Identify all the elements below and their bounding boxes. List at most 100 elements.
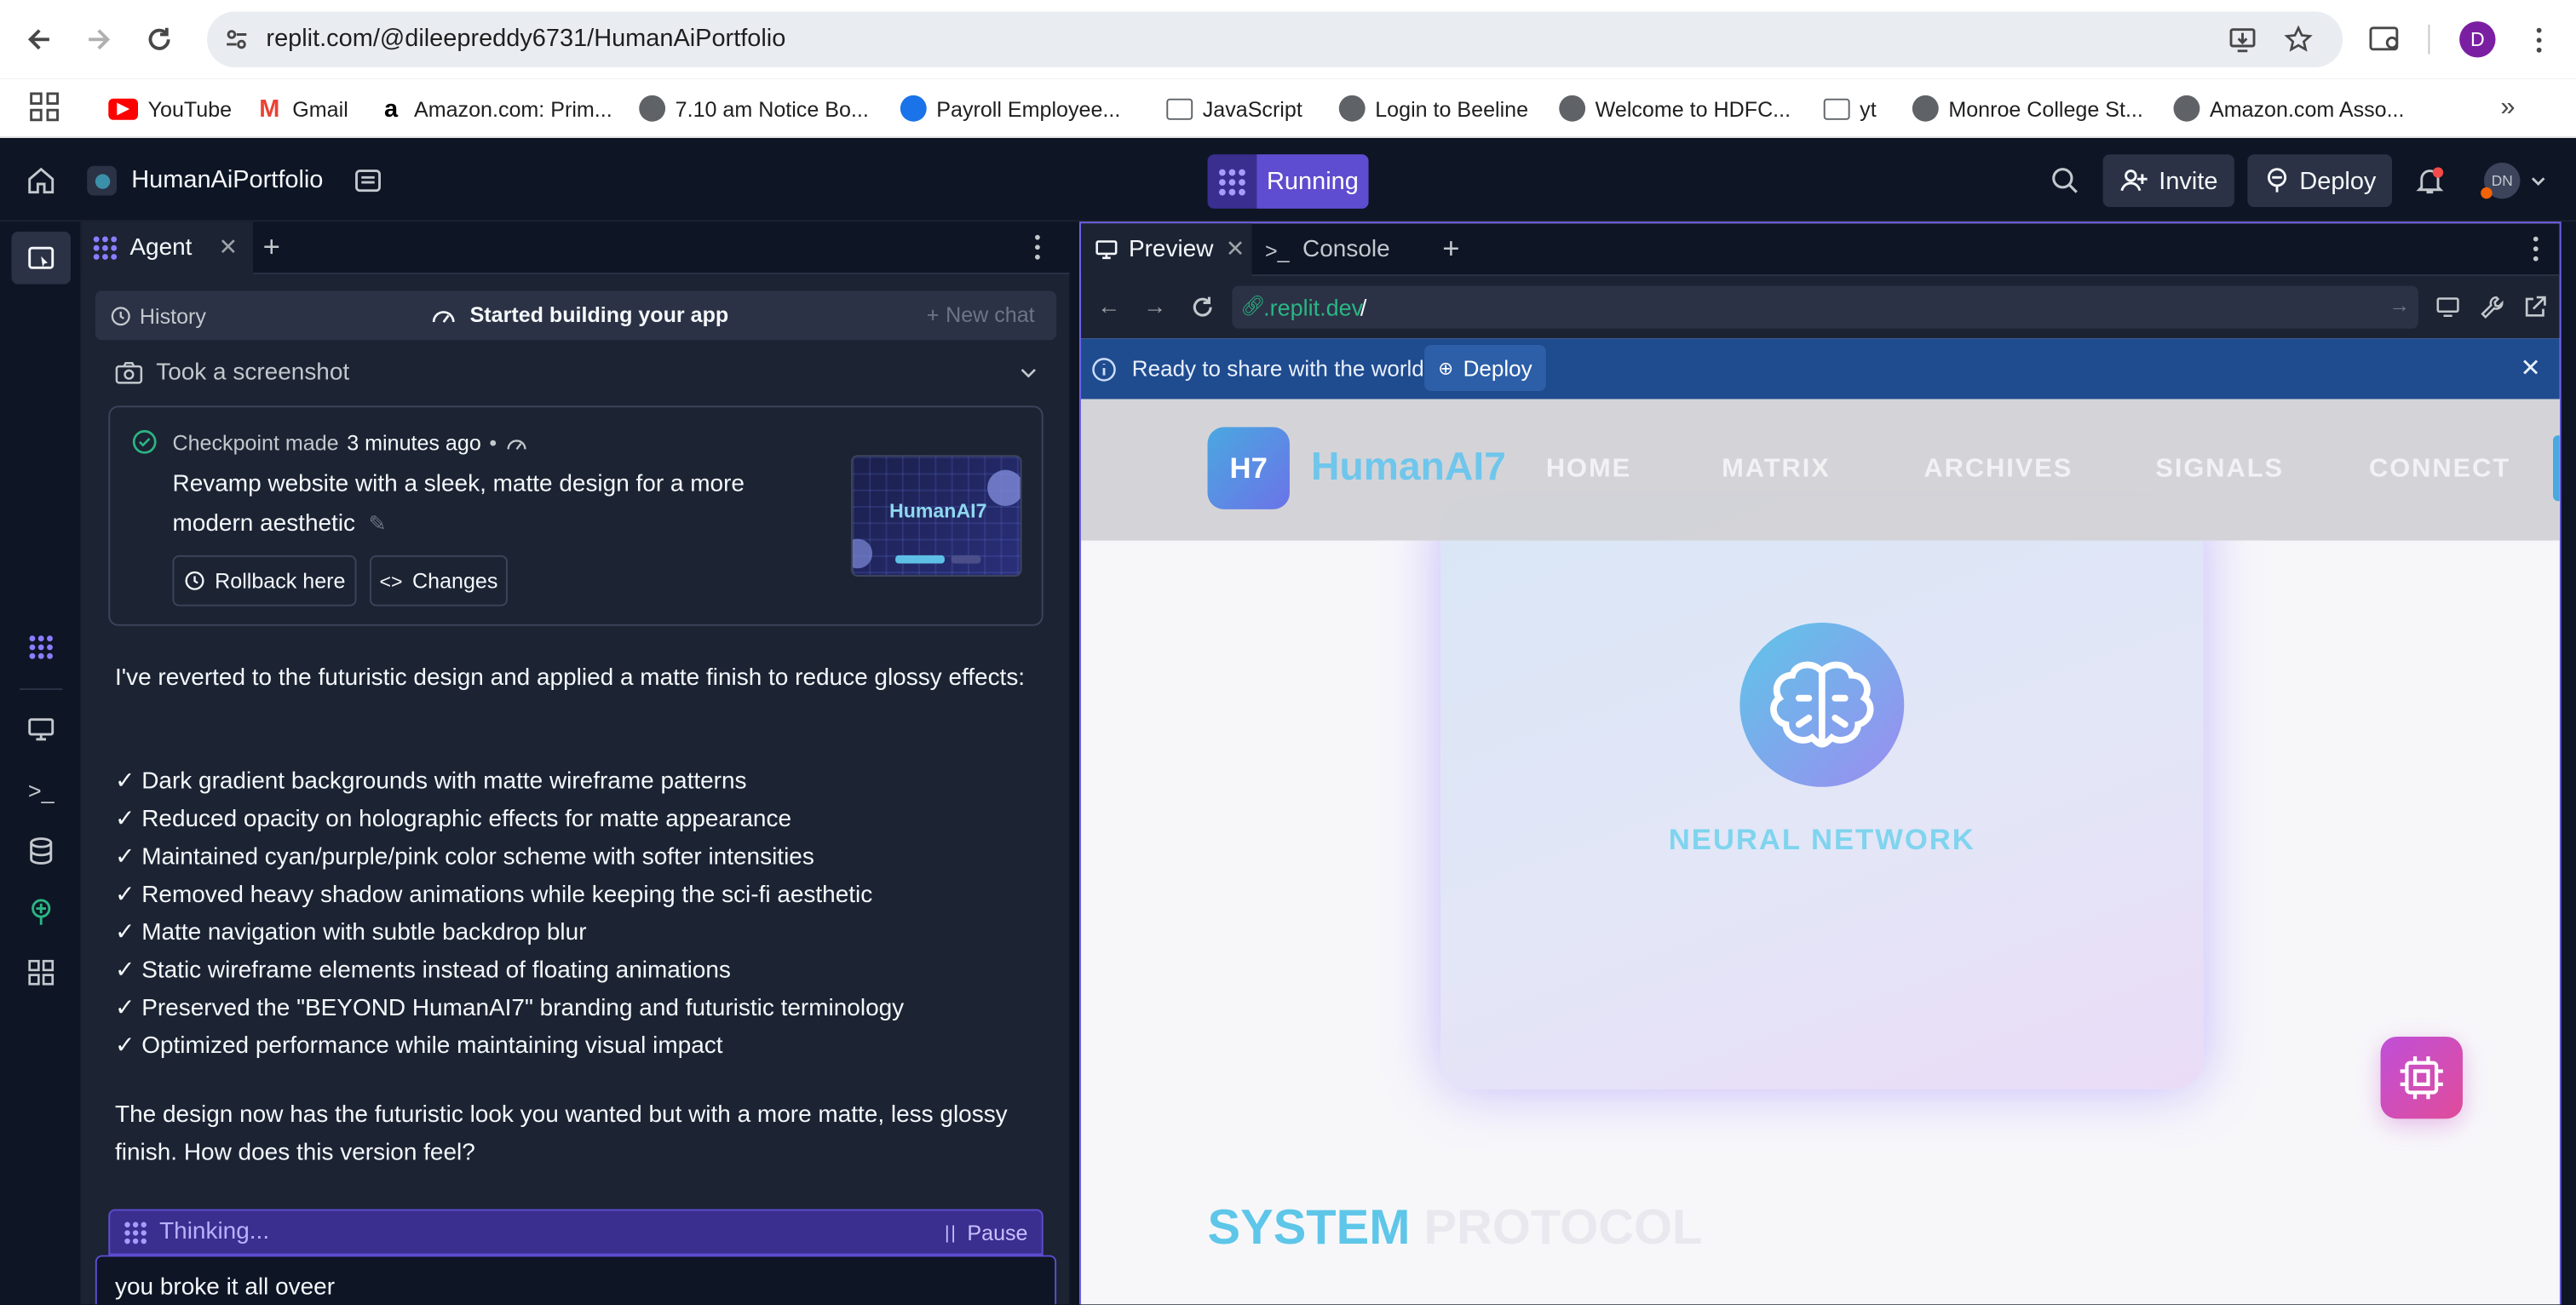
back-arrow-icon[interactable]: [20, 20, 59, 59]
feature-card: NEURAL NETWORK ACTIVE: [1440, 497, 2204, 1089]
tab-agent[interactable]: Agent ✕: [82, 221, 254, 275]
bookmark-notice-board[interactable]: 7.10 am Notice Bo...: [639, 90, 869, 126]
checklist-item: ✓ Matte navigation with subtle backdrop …: [115, 920, 587, 946]
plus-icon: +: [926, 302, 940, 327]
apps-grid-icon[interactable]: [30, 92, 60, 122]
close-banner-icon[interactable]: ✕: [2520, 354, 2540, 383]
more-bookmarks-icon[interactable]: »: [2500, 94, 2515, 124]
rollback-history-icon: [185, 571, 204, 590]
preview-monitor-icon[interactable]: [23, 711, 59, 747]
home-icon[interactable]: [26, 166, 56, 196]
bookmark-amazon-prime[interactable]: a Amazon.com: Prim...: [378, 90, 612, 126]
bookmark-star-icon[interactable]: [2284, 25, 2314, 55]
bookmarks-bar: ▶ YouTube M Gmail a Amazon.com: Prim... 7.1…: [0, 78, 2576, 139]
checklist-item: ✓ Preserved the "BEYOND HumanAI7" brandi…: [115, 995, 905, 1022]
deployments-icon[interactable]: [23, 894, 59, 929]
run-status-button[interactable]: Running: [1207, 154, 1369, 209]
agent-chat-input[interactable]: you broke it all oveer: [95, 1255, 1057, 1305]
database-icon[interactable]: [23, 833, 59, 869]
new-chat-button[interactable]: + New chat: [927, 302, 1035, 327]
edit-pencil-icon[interactable]: ✎: [369, 511, 387, 536]
agent-message-outro: The design now has the futuristic look y…: [115, 1102, 1008, 1167]
console-icon[interactable]: >_: [23, 772, 59, 808]
preview-tab-bar: Preview ✕ >_ Console +: [1081, 223, 2560, 277]
deploy-button[interactable]: Deploy: [2247, 154, 2393, 208]
banner-deploy-button[interactable]: ⊕ Deploy: [1424, 345, 1546, 392]
screenshot-row[interactable]: Took a screenshot: [115, 355, 1038, 391]
bookmark-beeline[interactable]: Login to Beeline: [1338, 90, 1528, 126]
checkpoint-description: Revamp website with a sleek, matte desig…: [172, 471, 745, 538]
changes-button[interactable]: <> Changes: [369, 555, 508, 607]
address-bar[interactable]: replit.com/@dileepreddy6731/HumanAiPortf…: [207, 11, 2343, 68]
explorer-icon[interactable]: [11, 231, 71, 285]
preview-forward-icon[interactable]: →: [1143, 292, 1166, 319]
pause-icon: ||: [944, 1222, 957, 1243]
chevron-down-icon[interactable]: [2530, 173, 2546, 189]
floating-chip-button[interactable]: [2380, 1036, 2463, 1119]
close-tab-icon[interactable]: ✕: [1226, 235, 1245, 263]
profile-avatar[interactable]: D: [2459, 21, 2496, 58]
bookmark-folder-javascript[interactable]: JavaScript: [1166, 90, 1302, 126]
site-nav-connect[interactable]: CONNECT: [2369, 455, 2510, 485]
new-tab-plus-icon[interactable]: +: [263, 230, 280, 265]
chrome-menu-icon[interactable]: [2519, 20, 2558, 59]
youtube-icon: ▶: [108, 97, 139, 119]
project-files-icon[interactable]: [354, 166, 383, 196]
browser-toolbar: replit.com/@dileepreddy6731/HumanAiPortf…: [0, 0, 2576, 79]
history-button[interactable]: History: [110, 304, 206, 329]
go-arrow-icon[interactable]: →: [2389, 292, 2410, 317]
gauge-small-icon: [508, 439, 527, 450]
all-tools-grid-icon[interactable]: [23, 955, 59, 991]
site-nav-home[interactable]: HOME: [1546, 455, 1631, 485]
pane-menu-icon[interactable]: [2533, 236, 2539, 262]
bookmark-folder-yt[interactable]: yt: [1823, 90, 1877, 126]
pane-resize-handle[interactable]: [1069, 221, 1080, 1305]
expand-chevron-icon[interactable]: [1019, 365, 1038, 381]
reload-icon[interactable]: [140, 20, 179, 59]
site-logo-mark[interactable]: H7: [1207, 427, 1290, 509]
checklist-item: ✓ Optimized performance while maintainin…: [115, 1033, 723, 1060]
preview-url-input[interactable]: 🔗︎ .replit.dev / →: [1232, 285, 2418, 329]
bookmark-payroll[interactable]: Payroll Employee...: [900, 90, 1120, 126]
bookmark-amazon-associates[interactable]: Amazon.com Asso...: [2173, 90, 2405, 126]
preview-pane: Preview ✕ >_ Console + ← → 🔗︎ .replit.de…: [1079, 221, 2562, 1305]
new-tab-plus-icon[interactable]: +: [1442, 232, 1459, 267]
checkpoint-thumbnail[interactable]: HumanAI7: [851, 455, 1022, 577]
checklist-item: ✓ Reduced opacity on holographic effects…: [115, 806, 792, 833]
running-label: Running: [1256, 154, 1369, 209]
device-preview-icon[interactable]: [2435, 296, 2461, 319]
bookmark-gmail[interactable]: M Gmail: [256, 90, 348, 126]
agent-icon[interactable]: [23, 630, 59, 665]
devtools-wrench-icon[interactable]: [2479, 294, 2505, 320]
cpu-chip-icon: [2400, 1056, 2443, 1100]
pane-menu-icon[interactable]: [1035, 234, 1040, 260]
site-nav-matrix[interactable]: MATRIX: [1722, 455, 1831, 485]
search-icon[interactable]: [2050, 166, 2080, 196]
tab-search-icon[interactable]: [2366, 20, 2405, 59]
tab-preview[interactable]: Preview ✕: [1081, 223, 1252, 277]
bookmark-monroe[interactable]: Monroe College St...: [1912, 90, 2143, 126]
bookmark-hdfc[interactable]: Welcome to HDFC...: [1559, 90, 1791, 126]
invite-button[interactable]: Invite: [2102, 154, 2234, 208]
globe-icon: [1338, 95, 1366, 122]
preview-reload-icon[interactable]: [1189, 294, 1216, 320]
rollback-button[interactable]: Rollback here: [172, 555, 357, 607]
site-logo-text[interactable]: HumanAI7: [1311, 446, 1506, 492]
close-tab-icon[interactable]: ✕: [219, 233, 239, 262]
folder-icon: [1166, 97, 1193, 119]
install-app-icon[interactable]: [2228, 25, 2257, 55]
project-name[interactable]: HumanAiPortfolio: [131, 166, 323, 194]
forward-arrow-icon[interactable]: [79, 20, 118, 59]
checklist-item: ✓ Static wireframe elements instead of f…: [115, 957, 731, 985]
preview-back-icon[interactable]: ←: [1097, 292, 1120, 319]
notifications-bell-icon[interactable]: [2415, 166, 2445, 196]
site-nav-archives[interactable]: ARCHIVES: [1923, 455, 2073, 485]
site-nav-cta-edge[interactable]: [2553, 435, 2560, 502]
pause-button[interactable]: || Pause: [945, 1221, 1028, 1245]
tab-console[interactable]: >_ Console: [1265, 223, 1390, 276]
site-settings-icon[interactable]: [223, 26, 250, 53]
bookmark-youtube[interactable]: ▶ YouTube: [108, 90, 232, 126]
open-new-tab-icon[interactable]: [2521, 294, 2548, 320]
payroll-icon: [900, 95, 927, 122]
site-nav-signals[interactable]: SIGNALS: [2155, 455, 2284, 485]
